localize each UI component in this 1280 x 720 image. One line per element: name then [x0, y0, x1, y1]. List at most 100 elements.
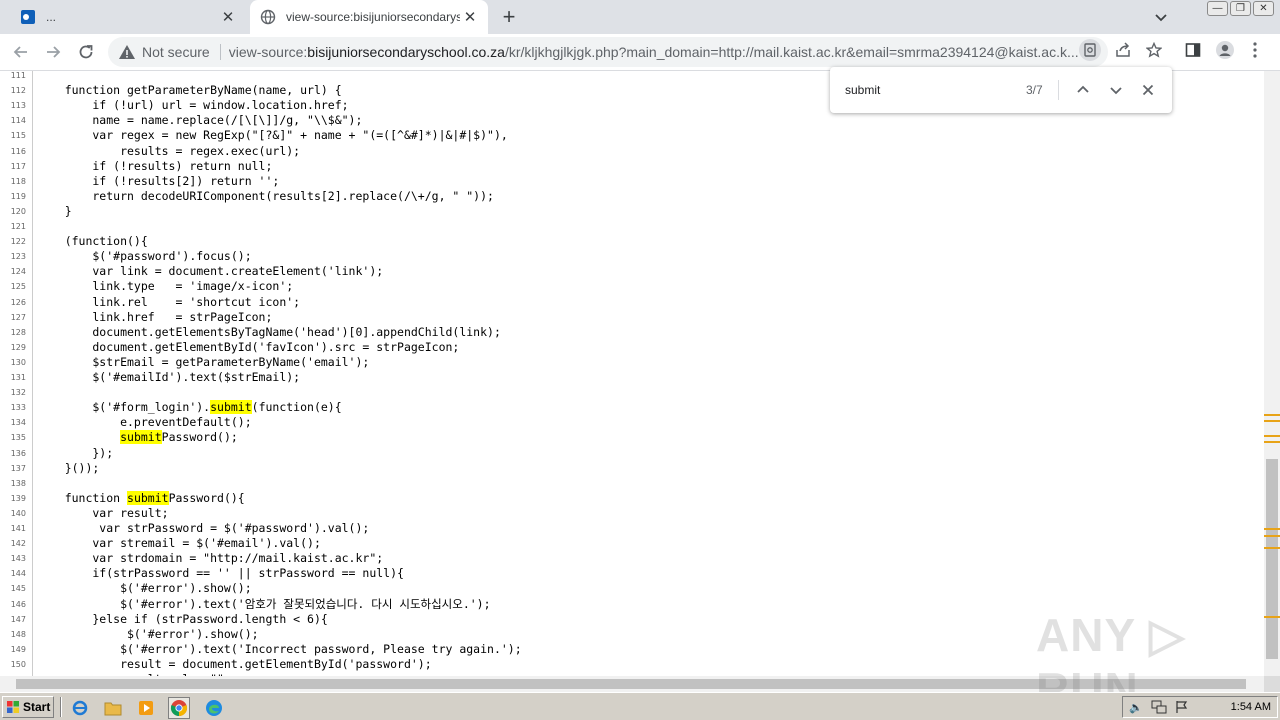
new-tab-button[interactable]: + — [498, 4, 520, 29]
source-line: 119 return decodeURIComponent(results[2]… — [0, 189, 1264, 204]
source-line: 123 $('#password').focus(); — [0, 249, 1264, 264]
source-line: 124 var link = document.createElement('l… — [0, 264, 1264, 279]
edge-icon[interactable] — [203, 697, 225, 719]
back-arrow-icon[interactable] — [8, 39, 34, 65]
source-line: 116 results = regex.exec(url); — [0, 144, 1264, 159]
url-prefix: view-source: — [228, 44, 308, 60]
source-line: 131 $('#emailId').text($strEmail); — [0, 370, 1264, 385]
globe-icon — [260, 9, 276, 25]
side-panel-icon[interactable] — [1182, 39, 1204, 61]
line-number: 125 — [10, 282, 26, 292]
line-number: 147 — [10, 614, 26, 624]
find-previous-chevron-up-icon[interactable] — [1072, 79, 1094, 101]
source-line: 134 e.preventDefault(); — [0, 415, 1264, 430]
line-text: }); — [37, 445, 114, 460]
tab-active[interactable]: view-source:bisijuniorsecondaryschc ✕ — [250, 0, 488, 34]
tab-inactive[interactable]: ... ✕ — [8, 0, 246, 34]
line-text: link.href = strPageIcon; — [37, 309, 273, 324]
line-number: 116 — [10, 146, 26, 156]
line-number: 133 — [10, 403, 26, 413]
source-line: 133 $('#form_login').submit(function(e){ — [0, 400, 1264, 415]
line-number: 112 — [10, 86, 26, 96]
forward-arrow-icon[interactable] — [40, 39, 66, 65]
source-line: 117 if (!results) return null; — [0, 159, 1264, 174]
line-number: 121 — [10, 222, 26, 231]
source-line: 127 link.href = strPageIcon; — [0, 310, 1264, 325]
line-number: 115 — [10, 131, 26, 141]
line-number: 145 — [10, 584, 26, 594]
source-line: 122 (function(){ — [0, 234, 1264, 249]
profile-avatar-icon[interactable] — [1214, 39, 1236, 61]
windows-logo-icon — [7, 701, 19, 713]
find-input[interactable] — [845, 83, 1015, 97]
share-icon[interactable] — [1112, 39, 1134, 61]
close-window-icon[interactable]: ✕ — [1253, 1, 1274, 16]
line-text: function getParameterByName(name, url) { — [37, 83, 342, 98]
reload-icon[interactable] — [73, 39, 99, 65]
source-line: 144 if(strPassword == '' || strPassword … — [0, 566, 1264, 581]
line-number: 144 — [10, 569, 26, 579]
line-text: if (!url) url = window.location.href; — [37, 98, 349, 113]
line-number: 148 — [10, 629, 26, 639]
not-secure-label: Not secure — [142, 44, 210, 60]
divider — [219, 44, 221, 60]
close-tab-icon[interactable]: ✕ — [218, 7, 238, 27]
source-line: 143 var strdomain = "http://mail.kaist.a… — [0, 551, 1264, 566]
find-in-page-icon[interactable] — [1079, 39, 1101, 61]
line-number: 111 — [10, 71, 26, 80]
code-segment: (function(e){ — [251, 400, 342, 415]
line-text: document.getElementById('favIcon').src =… — [37, 339, 460, 354]
close-find-icon[interactable] — [1137, 79, 1159, 101]
start-button[interactable]: Start — [2, 696, 54, 718]
source-line: 125 link.type = 'image/x-icon'; — [0, 279, 1264, 294]
line-text: if (!results) return null; — [37, 158, 273, 173]
internet-explorer-icon[interactable] — [69, 697, 91, 719]
line-number: 126 — [10, 297, 26, 307]
find-next-chevron-down-icon[interactable] — [1105, 79, 1127, 101]
restore-icon[interactable]: ❐ — [1230, 1, 1251, 16]
source-line: 145 $('#error').show(); — [0, 581, 1264, 596]
divider — [60, 697, 62, 717]
find-bar: 3/7 — [830, 67, 1172, 113]
line-text: $('#error').show(); — [37, 581, 252, 596]
line-text: link.rel = 'shortcut icon'; — [37, 294, 301, 309]
network-icon[interactable] — [1149, 699, 1169, 715]
source-line: 137 }()); — [0, 461, 1264, 476]
bookmark-star-icon[interactable] — [1143, 39, 1165, 61]
tab-title: ... — [46, 10, 57, 24]
source-line: 126 link.rel = 'shortcut icon'; — [0, 295, 1264, 310]
find-match-marker — [1264, 435, 1280, 437]
line-number: 146 — [10, 599, 26, 609]
line-text: link.type = 'image/x-icon'; — [37, 279, 294, 294]
address-bar[interactable]: Not secure view-source:bisijuniorseconda… — [108, 37, 1108, 67]
line-text: }else if (strPassword.length < 6){ — [37, 611, 328, 626]
line-number: 135 — [10, 433, 26, 443]
file-explorer-icon[interactable] — [102, 697, 124, 719]
chrome-icon[interactable] — [168, 697, 190, 719]
warning-icon — [119, 45, 135, 59]
tab-search-chevron-icon[interactable] — [1150, 6, 1172, 28]
line-text: $strEmail = getParameterByName('email'); — [37, 354, 370, 369]
menu-kebab-icon[interactable] — [1244, 39, 1266, 61]
close-tab-icon[interactable]: ✕ — [460, 7, 480, 27]
url-text[interactable]: view-source:bisijuniorsecondaryschool.co… — [229, 44, 1079, 60]
line-text: $('#password').focus(); — [37, 249, 252, 264]
security-indicator[interactable]: Not secure — [108, 43, 210, 61]
minimize-icon[interactable]: — — [1207, 1, 1228, 16]
line-text: var result; — [37, 505, 169, 520]
source-line: 141 var strPassword = $('#password').val… — [0, 521, 1264, 536]
url-host: bisijuniorsecondaryschool.co.za — [307, 44, 505, 60]
line-number: 127 — [10, 312, 26, 322]
line-text: $('#error').show(); — [37, 626, 259, 641]
action-center-flag-icon[interactable] — [1172, 699, 1192, 715]
media-player-icon[interactable] — [135, 697, 157, 719]
start-label: Start — [23, 700, 51, 714]
line-text: $('#form_login').submit(function(e){ — [37, 400, 342, 415]
vertical-scrollbar[interactable] — [1264, 71, 1280, 676]
source-line: 140 var result; — [0, 506, 1264, 521]
line-number: 129 — [10, 342, 26, 352]
line-text: (function(){ — [37, 234, 148, 249]
volume-icon[interactable]: 🔈 — [1126, 699, 1146, 715]
line-number: 130 — [10, 357, 26, 367]
divider — [1058, 80, 1059, 100]
